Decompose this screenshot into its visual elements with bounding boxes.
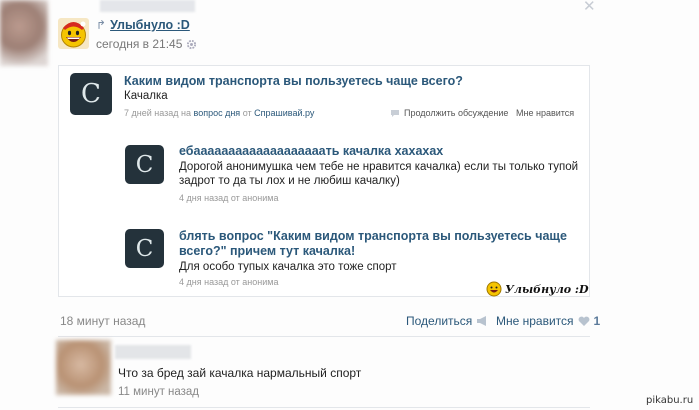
answer-meta: 4 дня назад от анонима: [179, 277, 278, 287]
comment-text: Что за бред зай качалка нармальный спорт: [118, 366, 362, 380]
commenter-avatar-blurred[interactable]: [56, 340, 111, 395]
site-watermark: pikabu.ru: [646, 395, 694, 406]
smile-watermark: Улыбнуло :D: [486, 281, 589, 297]
commenter-name-blurred[interactable]: [115, 345, 191, 359]
post-time[interactable]: сегодня в 21:45: [96, 37, 197, 51]
author-name[interactable]: Улыбнуло :D: [110, 18, 190, 32]
question-meta-from: от: [242, 108, 252, 118]
group-avatar[interactable]: [58, 18, 89, 49]
anon-answer-icon: C: [125, 145, 164, 184]
watermark-text: Улыбнуло :D: [505, 282, 589, 296]
continue-discussion-label: Продолжить обсуждение: [404, 108, 509, 118]
share-label: Поделиться: [406, 314, 473, 328]
heart-icon: [578, 316, 589, 326]
divider: [58, 407, 590, 408]
smiley-icon: [486, 281, 502, 297]
answer-text-line: задрот то да ты лох и не любиш качалку): [179, 175, 400, 187]
post-time-text[interactable]: сегодня в 21:45: [96, 37, 182, 51]
question-meta-time: 7 дней назад на: [124, 108, 191, 118]
like-label: Мне нравится: [496, 314, 574, 328]
answer-time: 4 дня назад: [179, 277, 229, 287]
divider: [58, 336, 590, 337]
question-like-button[interactable]: Мне нравится: [516, 108, 574, 118]
question-source-link[interactable]: Спрашивай.ру: [254, 108, 314, 118]
previous-name-blurred: [100, 0, 195, 12]
previous-avatar-blurred: [0, 0, 48, 66]
question-title[interactable]: Каким видом транспорта вы пользуетесь ча…: [124, 74, 463, 88]
spravhivay-logo-icon[interactable]: C: [70, 73, 112, 115]
comment-icon: [391, 109, 399, 117]
continue-discussion-button[interactable]: Продолжить обсуждение: [390, 108, 508, 118]
question-of-day-link[interactable]: вопрос дня: [194, 108, 241, 118]
anon-answer-icon: C: [125, 229, 164, 268]
comment-time[interactable]: 11 минут назад: [118, 386, 199, 398]
like-count: 1: [593, 314, 601, 328]
like-button[interactable]: Мне нравится 1: [496, 314, 600, 328]
question-meta: 7 дней назад на вопрос дня от Спрашивай.…: [124, 108, 314, 118]
question-answer: Качалка: [124, 90, 168, 102]
answer-meta: 4 дня назад от анонима: [179, 193, 278, 203]
answer-title-line: всего?" причем тут качалка!: [179, 244, 356, 258]
answer-from: от анонима: [230, 193, 279, 203]
answer-text: Для особо тупых качалка это тоже спорт: [179, 261, 397, 273]
answer-title: ебааааааааааааааааааать качалка хахахах: [179, 144, 444, 158]
close-icon[interactable]: ✕: [583, 0, 596, 15]
repost-icon: ↱: [96, 18, 107, 32]
megaphone-icon: [477, 316, 487, 326]
post-author[interactable]: ↱ Улыбнуло :D: [96, 18, 190, 32]
answer-from: от анонима: [230, 277, 279, 287]
share-button[interactable]: Поделиться: [406, 314, 488, 328]
gear-icon[interactable]: [186, 39, 197, 50]
answer-time: 4 дня назад: [179, 193, 229, 203]
answer-text-line: Дорогой анонимушка чем тебе не нравится …: [179, 161, 579, 173]
post-time-ago[interactable]: 18 минут назад: [60, 314, 145, 328]
answer-title-line: блять вопрос "Каким видом транспорта вы …: [179, 229, 567, 243]
